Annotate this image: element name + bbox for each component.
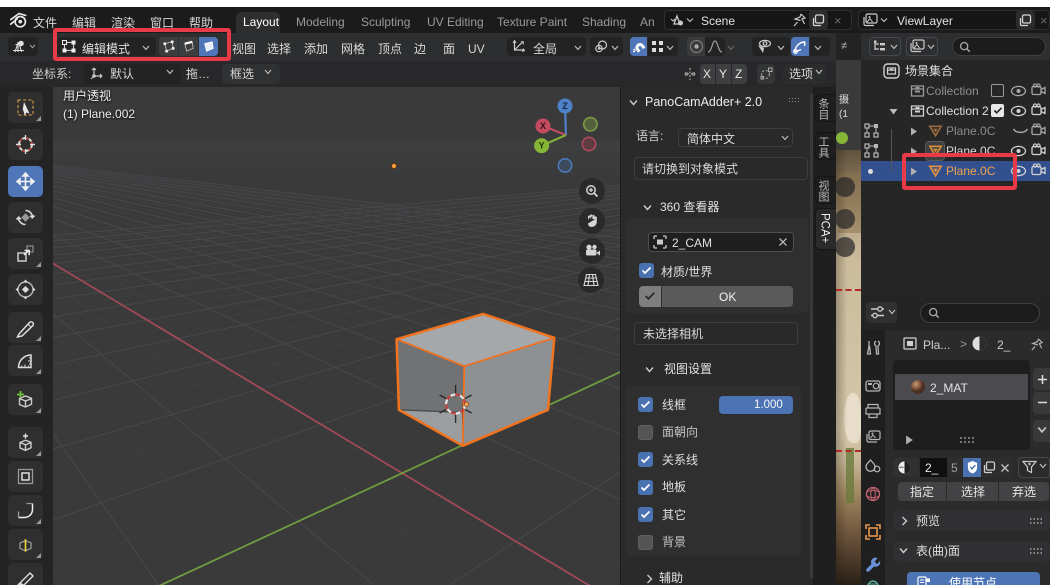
svg-text:Z: Z xyxy=(562,101,568,111)
svg-text:Y: Y xyxy=(539,141,545,151)
svg-text:X: X xyxy=(540,121,546,131)
